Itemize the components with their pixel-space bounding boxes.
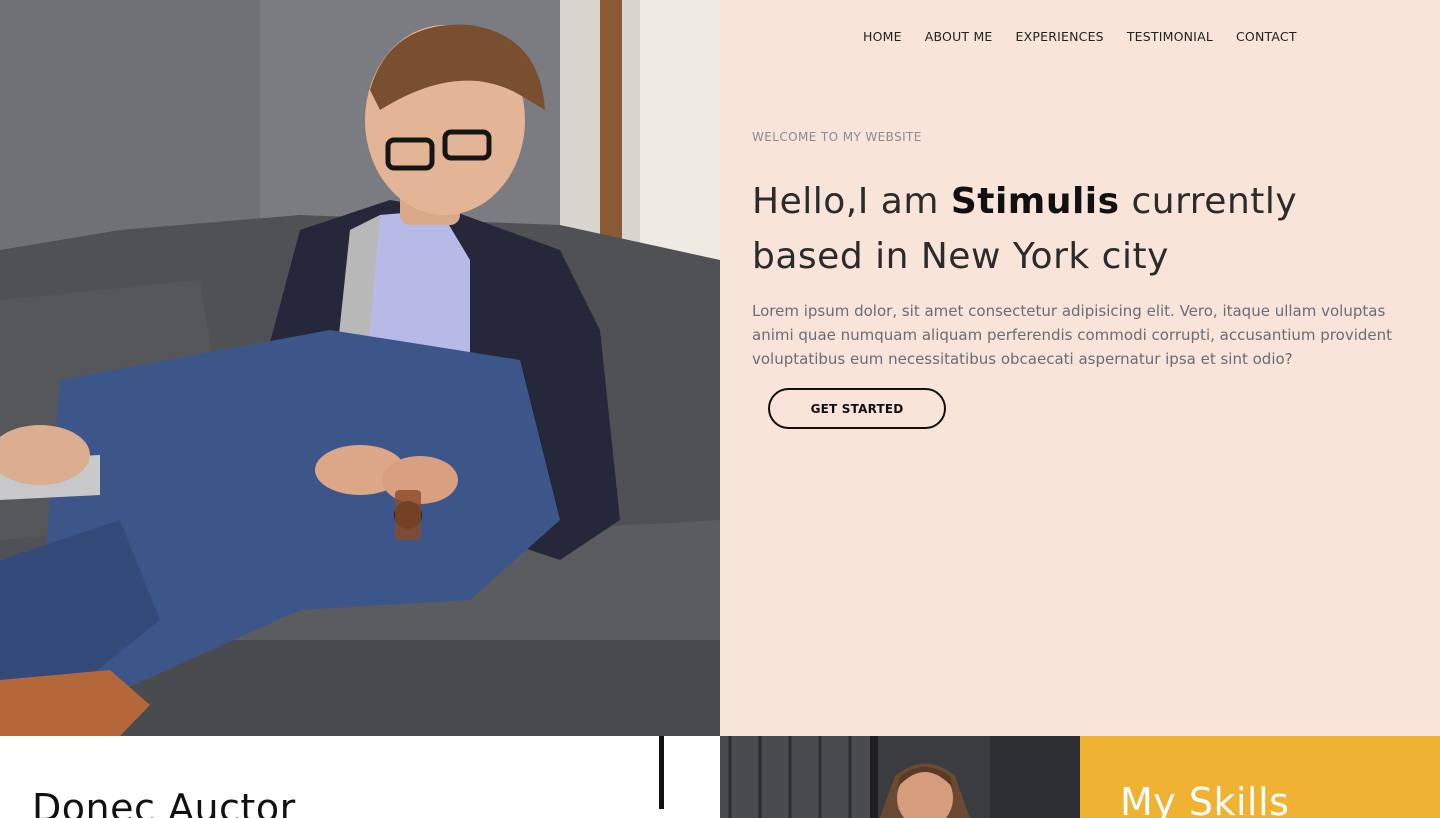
- hero-section: HOME ABOUT ME EXPERIENCES TESTIMONIAL CO…: [0, 0, 1440, 736]
- hero-headline: Hello,I am Stimulis currently based in N…: [752, 174, 1412, 284]
- profile-photo: [720, 736, 1080, 818]
- nav-experiences[interactable]: EXPERIENCES: [1016, 29, 1104, 45]
- hero-content: HOME ABOUT ME EXPERIENCES TESTIMONIAL CO…: [720, 0, 1440, 736]
- skills-section: My Skills: [1080, 736, 1440, 818]
- get-started-button[interactable]: GET STARTED: [768, 388, 946, 429]
- about-title: Donec Auctor: [32, 786, 296, 818]
- headline-name: Stimulis: [950, 181, 1120, 222]
- man-on-sofa-image: [0, 0, 720, 736]
- nav-about-me[interactable]: ABOUT ME: [925, 29, 993, 45]
- hero-description: Lorem ipsum dolor, sit amet consectetur …: [752, 302, 1393, 368]
- nav-testimonial[interactable]: TESTIMONIAL: [1127, 29, 1213, 45]
- vertical-divider: [659, 736, 664, 809]
- headline-intro: Hello,I am: [752, 181, 951, 222]
- nav-contact[interactable]: CONTACT: [1236, 29, 1297, 45]
- man-portrait-image: [720, 736, 1080, 818]
- skills-title: My Skills: [1120, 780, 1290, 818]
- hero-photo: [0, 0, 720, 736]
- main-nav: HOME ABOUT ME EXPERIENCES TESTIMONIAL CO…: [863, 29, 1297, 45]
- about-section: Donec Auctor: [0, 736, 720, 818]
- nav-home[interactable]: HOME: [863, 29, 902, 45]
- welcome-eyebrow: WELCOME TO MY WEBSITE: [752, 130, 922, 144]
